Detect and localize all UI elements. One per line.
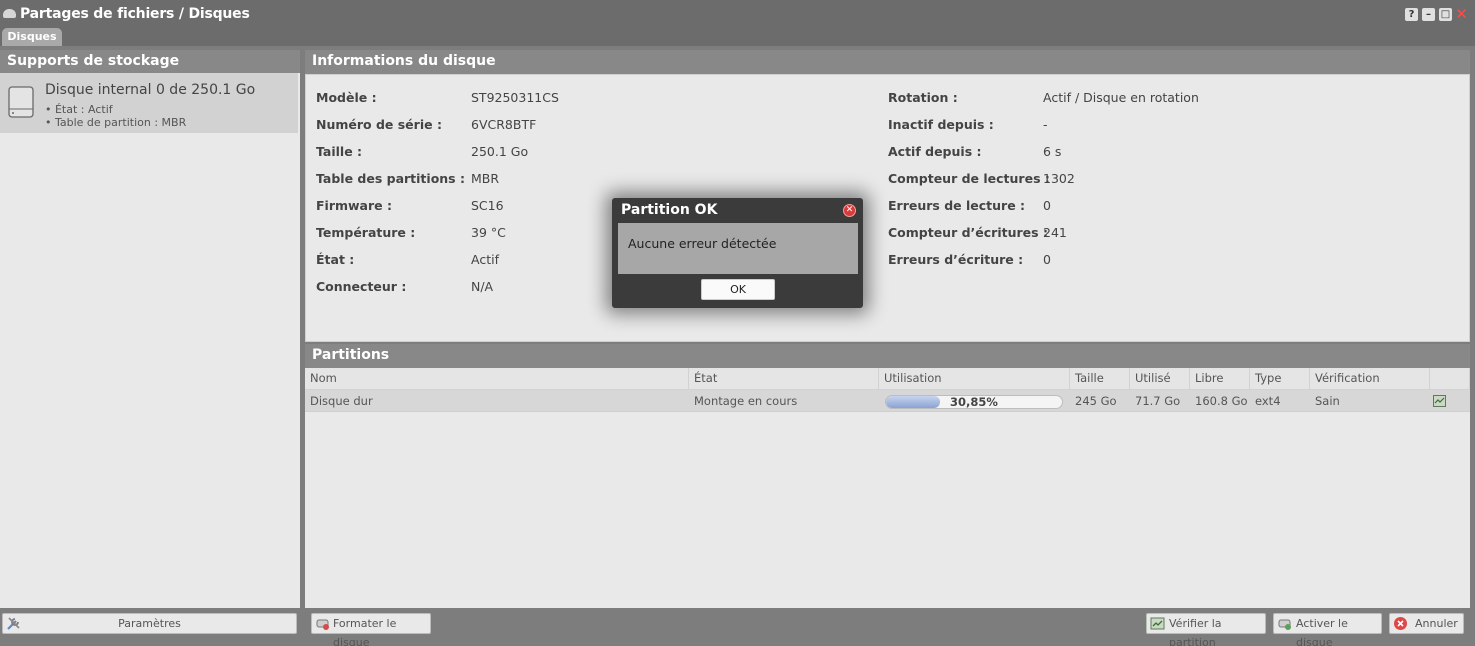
cancel-icon — [1394, 617, 1407, 630]
info-value-read-count: 1302 — [1043, 171, 1075, 186]
column-header-size[interactable]: Taille — [1070, 368, 1130, 390]
tab-bar: Disques — [0, 28, 1475, 46]
disk-state: • État : Actif — [45, 103, 113, 116]
usage-percent: 30,85% — [950, 395, 998, 409]
info-label-firmware: Firmware : — [316, 198, 392, 213]
column-header-free[interactable]: Libre — [1190, 368, 1250, 390]
info-label-state: État : — [316, 252, 355, 267]
dialog-ok-button[interactable]: OK — [701, 279, 775, 300]
format-disk-label: Formater le disque — [333, 617, 397, 646]
partition-check: Sain — [1315, 394, 1340, 408]
info-label-rotation: Rotation : — [888, 90, 958, 105]
table-row[interactable]: Disque dur Montage en cours 30,85% 245 G… — [305, 390, 1470, 412]
info-value-serial: 6VCR8BTF — [471, 117, 537, 132]
parameters-button[interactable]: Paramètres — [2, 613, 297, 634]
info-value-state: Actif — [471, 252, 499, 267]
tab-disques[interactable]: Disques — [2, 28, 62, 46]
disk-info-panel: Modèle : ST9250311CS Numéro de série : 6… — [305, 74, 1470, 342]
disk-check-icon[interactable] — [1433, 395, 1446, 407]
partition-size: 245 Go — [1075, 394, 1117, 408]
dialog-close-icon[interactable]: ✕ — [843, 204, 856, 217]
info-value-connector: N/A — [471, 279, 494, 294]
cancel-button[interactable]: Annuler — [1389, 613, 1464, 634]
disk-list-item[interactable]: Disque internal 0 de 250.1 Go • État : A… — [0, 73, 298, 133]
info-label-read-errors: Erreurs de lecture : — [888, 198, 1026, 213]
format-disk-button[interactable]: Formater le disque — [311, 613, 431, 646]
storage-panel: Disque internal 0 de 250.1 Go • État : A… — [0, 73, 300, 608]
disk-info-header: Informations du disque — [305, 50, 1470, 74]
share-icon — [3, 9, 16, 18]
info-value-rotation: Actif / Disque en rotation — [1043, 90, 1199, 105]
maximize-button[interactable]: □ — [1439, 8, 1452, 21]
parameters-label: Paramètres — [118, 617, 181, 630]
partitions-header: Partitions — [305, 344, 1470, 368]
activate-disk-button[interactable]: Activer le disque — [1273, 613, 1382, 646]
info-label-write-count: Compteur d’écritures : — [888, 225, 1048, 240]
activate-disk-icon — [1278, 619, 1291, 630]
storage-panel-footer: Paramètres — [0, 608, 300, 646]
disk-name: Disque internal 0 de 250.1 Go — [45, 82, 256, 98]
cancel-label: Annuler — [1415, 617, 1458, 630]
info-label-serial: Numéro de série : — [316, 117, 442, 132]
partitions-table: Nom État Utilisation Taille Utilisé Libr… — [305, 368, 1470, 608]
info-value-inactive-since: - — [1043, 117, 1048, 132]
info-value-read-errors: 0 — [1043, 198, 1051, 213]
column-header-type[interactable]: Type — [1250, 368, 1310, 390]
dialog-body: Aucune erreur détectée — [618, 223, 858, 274]
disk-actions-footer: Formater le disque Vérifier la partition… — [305, 608, 1475, 646]
info-label-temperature: Température : — [316, 225, 416, 240]
info-value-partition-table: MBR — [471, 171, 500, 186]
disk-partition-table: • Table de partition : MBR — [45, 116, 187, 129]
partition-state: Montage en cours — [694, 394, 798, 408]
window-title: Partages de fichiers / Disques — [20, 6, 250, 22]
partition-name: Disque dur — [310, 394, 373, 408]
info-value-temperature: 39 °C — [471, 225, 506, 240]
verify-partition-label: Vérifier la partition — [1169, 617, 1222, 646]
column-header-used[interactable]: Utilisé — [1130, 368, 1190, 390]
usage-progress-bar: 30,85% — [885, 395, 1063, 409]
info-label-active-since: Actif depuis : — [888, 144, 982, 159]
partition-used: 71.7 Go — [1135, 394, 1181, 408]
column-header-extra — [1430, 368, 1470, 390]
hard-disk-icon — [8, 86, 34, 118]
column-header-state[interactable]: État — [689, 368, 879, 390]
info-value-write-count: 241 — [1043, 225, 1067, 240]
info-label-size: Taille : — [316, 144, 363, 159]
info-label-inactive-since: Inactif depuis : — [888, 117, 994, 132]
info-value-size: 250.1 Go — [471, 144, 529, 159]
minimize-button[interactable]: – — [1422, 8, 1435, 21]
info-label-model: Modèle : — [316, 90, 377, 105]
column-header-name[interactable]: Nom — [305, 368, 689, 390]
info-value-write-errors: 0 — [1043, 252, 1051, 267]
verify-partition-button[interactable]: Vérifier la partition — [1146, 613, 1266, 646]
storage-panel-header: Supports de stockage — [0, 50, 300, 73]
partition-ok-dialog: Partition OK ✕ Aucune erreur détectée OK — [612, 198, 863, 308]
info-value-firmware: SC16 — [471, 198, 504, 213]
close-button[interactable]: ✕ — [1455, 7, 1468, 22]
info-label-read-count: Compteur de lectures : — [888, 171, 1050, 186]
partition-free: 160.8 Go — [1195, 394, 1248, 408]
info-label-write-errors: Erreurs d’écriture : — [888, 252, 1024, 267]
dialog-message: Aucune erreur détectée — [628, 236, 777, 251]
partition-type: ext4 — [1255, 394, 1281, 408]
dialog-title: Partition OK — [621, 202, 718, 218]
activate-disk-label: Activer le disque — [1296, 617, 1348, 646]
window-titlebar: Partages de fichiers / Disques ? – □ ✕ — [0, 0, 1475, 28]
info-value-model: ST9250311CS — [471, 90, 559, 105]
column-header-usage[interactable]: Utilisation — [879, 368, 1070, 390]
info-value-active-since: 6 s — [1043, 144, 1062, 159]
help-button[interactable]: ? — [1405, 8, 1418, 21]
info-label-connector: Connecteur : — [316, 279, 407, 294]
verify-partition-icon — [1150, 617, 1165, 630]
column-header-check[interactable]: Vérification — [1310, 368, 1430, 390]
info-label-partition-table: Table des partitions : — [316, 171, 465, 186]
format-disk-icon — [316, 619, 329, 630]
